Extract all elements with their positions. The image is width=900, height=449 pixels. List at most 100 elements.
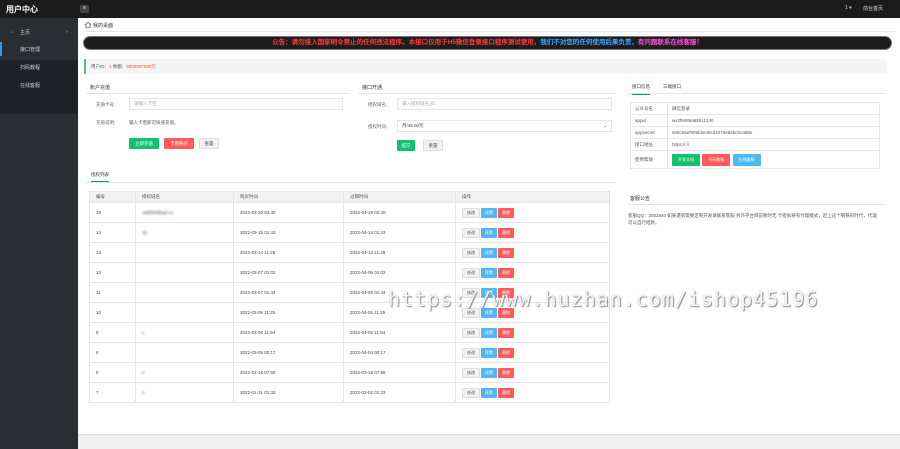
edit-button[interactable]: 修改	[462, 207, 480, 218]
recharge-button[interactable]: 立即充值	[129, 138, 159, 149]
edit-button[interactable]: 修改	[462, 387, 480, 398]
chevron-icon: ›	[66, 29, 68, 35]
submit-button[interactable]: 提交	[397, 140, 415, 151]
table-row: 14 16 2022-03-15 01:43 2022-04-14 01:43 修改续…	[89, 222, 610, 243]
row-id: 8	[89, 342, 136, 363]
col-buy-time: 购买时间	[233, 191, 344, 203]
delete-button[interactable]: 删除	[498, 387, 514, 398]
sidebar-item-service[interactable]: · 在线客服	[0, 78, 78, 92]
dot-icon: ·	[10, 82, 12, 88]
renew-button[interactable]: 续费	[481, 387, 497, 398]
delete-button[interactable]: 删除	[498, 247, 514, 258]
period-select[interactable]: 月/45.00元 ⌄	[397, 120, 612, 132]
row-id: 14	[89, 222, 136, 243]
row-id: 12	[89, 262, 136, 283]
row-expire-time: 2022-03-18 07:58	[343, 362, 456, 383]
footer	[78, 434, 900, 449]
renew-button[interactable]: 续费	[481, 247, 497, 258]
announcement-banner: 公告：请勿接入国家明令禁止的任何违法程序。本接口仅用于H5微信登录接口程序测试使…	[83, 36, 892, 50]
renew-button[interactable]: 续费	[481, 347, 497, 358]
home-icon[interactable]	[84, 21, 92, 29]
renew-button[interactable]: 续费	[481, 267, 497, 278]
row-domain: ii	[135, 362, 234, 383]
notice-part-3: 有问题联系在线客服！	[637, 39, 703, 46]
row-domain: s	[135, 382, 234, 403]
row-id: 9	[89, 322, 136, 343]
row-domain	[135, 302, 234, 323]
card-input[interactable]: 请输入卡密	[129, 98, 343, 110]
row-domain	[135, 342, 234, 363]
api-reset-button[interactable]: 重置	[423, 140, 443, 151]
online-service-button[interactable]: 在线客服	[732, 153, 761, 166]
sidebar-item-api[interactable]: · 接口管理	[0, 42, 78, 56]
renew-button[interactable]: 续费	[481, 367, 497, 378]
app-title: 用户中心	[6, 5, 38, 14]
edit-button[interactable]: 修改	[462, 227, 480, 238]
row-domain: L	[135, 322, 234, 343]
row-domain	[135, 262, 234, 283]
row-buy-time: 2022-03-06 11:25	[233, 302, 344, 323]
kefu-title: 客服公告	[630, 196, 651, 202]
edit-button[interactable]: 修改	[462, 347, 480, 358]
dev-doc-button[interactable]: 开发文档	[672, 153, 700, 166]
chevron-down-icon: ⌄	[603, 123, 607, 128]
row-buy-time: 2022-03-07 01:44	[233, 282, 344, 303]
renew-button[interactable]: 续费	[481, 227, 497, 238]
delete-button[interactable]: 删除	[498, 367, 514, 378]
renew-button[interactable]: 续费	[481, 327, 497, 338]
edit-button[interactable]: 修改	[462, 327, 480, 338]
row-buy-time: 2022-03-20 03:40	[233, 202, 344, 223]
row-expire-time: 2022-04-14 01:43	[343, 222, 456, 243]
user-menu[interactable]: 1 ▾	[845, 5, 852, 11]
sidebar-item-tutorial[interactable]: · 扫码教程	[0, 60, 78, 74]
row-id: 10	[89, 302, 136, 323]
sidebar-item-home[interactable]: ⌂ 主页 ›	[0, 25, 78, 39]
row-expire-time: 2022-04-06 01:02	[343, 262, 456, 283]
table-row: 13 2022-03-14 11:28 2022-04-13 11:28 修改 续费删…	[89, 242, 610, 263]
tab-three-end[interactable]: 三端接口	[663, 84, 681, 90]
buy-card-button[interactable]: 卡密购买	[164, 138, 194, 149]
row-expire-time: 2022-04-04 00:17	[343, 342, 456, 363]
table-row: 5 ii 2022-02-16 07:58 2022-03-18 07:58 修改 续费…	[89, 362, 610, 383]
front-home-link[interactable]: 前台首页	[863, 5, 883, 12]
card-label: 充值卡号:	[96, 102, 116, 107]
renew-button[interactable]: 续费	[481, 207, 497, 218]
col-domain: 授权域名	[135, 191, 234, 203]
row-buy-time: 2022-03-06 11:54	[233, 322, 344, 343]
edit-button[interactable]: 修改	[462, 267, 480, 278]
delete-button[interactable]: 删除	[498, 207, 514, 218]
period-label: 授权时间:	[368, 124, 388, 129]
edit-button[interactable]: 修改	[462, 367, 480, 378]
delete-button[interactable]: 删除	[498, 227, 514, 238]
dot-icon: ·	[10, 46, 12, 52]
watermark: https://www.huzhan.com/ishop45196	[388, 287, 819, 311]
edit-button[interactable]: 修改	[462, 247, 480, 258]
row-id: 16	[89, 202, 136, 223]
desc-label: 充值说明:	[96, 120, 116, 125]
row-domain	[135, 282, 234, 303]
row-expire-time: 2022-04-19 03:40	[343, 202, 456, 223]
domain-input[interactable]: 输入授权域名,如：	[397, 98, 612, 110]
delete-button[interactable]: 删除	[498, 327, 514, 338]
uid-label: 用户ID：	[91, 64, 109, 69]
delete-button[interactable]: 删除	[498, 347, 514, 358]
row-id: 5	[89, 362, 136, 383]
balance-label: 余额：	[111, 64, 127, 69]
reset-button[interactable]: 重置	[199, 138, 219, 149]
row-buy-time: 2022-03-07 01:02	[233, 262, 344, 283]
balance-value: 9000007590元	[126, 64, 156, 69]
table-row: 7 s 2022-01-31 01:33 2022-03-02 01:33 修改 续费删…	[89, 382, 610, 403]
dot-icon: ·	[10, 64, 12, 70]
recharge-title: 账户充值	[90, 85, 111, 91]
row-domain: 16	[135, 222, 234, 243]
delete-button[interactable]: 删除	[498, 267, 514, 278]
notice-part-2: 我们不对您的任何使用后果负责，	[540, 39, 638, 46]
menu-toggle-icon[interactable]: ≡	[80, 5, 89, 13]
table-row: 8 2022-03-05 00:17 2022-04-04 00:17 修改 续费 删除	[89, 342, 610, 363]
scan-tutorial-button[interactable]: 扫码教程	[702, 153, 731, 166]
table-row: 16 sa9000@qei.cn 2022-03-20 03:40 2022-04-1…	[89, 202, 610, 223]
row-id: 11	[89, 282, 136, 303]
col-actions: 操作	[455, 191, 610, 203]
row-id: 7	[89, 382, 136, 403]
table-row: 12 2022-03-07 01:02 2022-04-06 01:02 修改 续费删…	[89, 262, 610, 283]
